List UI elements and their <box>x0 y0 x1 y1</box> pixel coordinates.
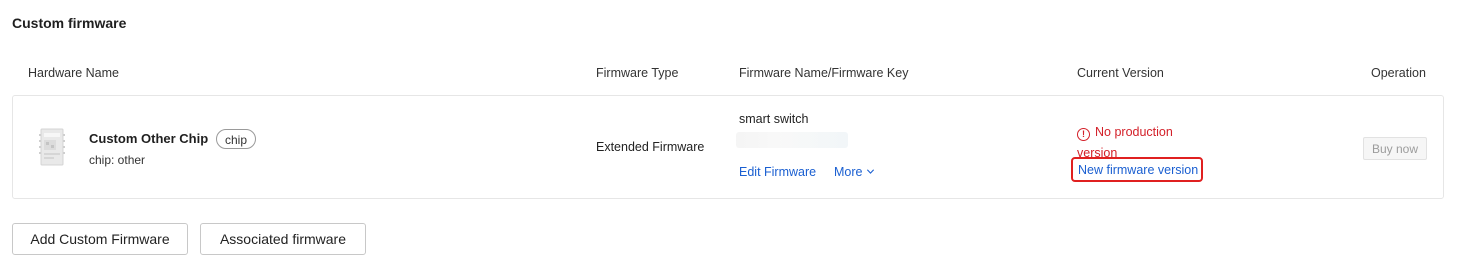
column-header-hardware-name: Hardware Name <box>28 66 120 80</box>
hardware-name: Custom Other Chip <box>89 131 209 146</box>
associated-firmware-button[interactable]: Associated firmware <box>200 223 366 255</box>
firmware-key-redacted <box>736 132 848 148</box>
chevron-down-icon <box>866 165 875 179</box>
firmware-type: Extended Firmware <box>596 140 705 154</box>
buy-now-button[interactable]: Buy now <box>1363 137 1427 160</box>
column-header-operation: Operation <box>1371 66 1426 80</box>
hardware-subtitle: chip: other <box>89 153 146 167</box>
add-custom-firmware-button[interactable]: Add Custom Firmware <box>12 223 188 255</box>
column-header-current-version: Current Version <box>1077 66 1164 80</box>
version-status-text: No production version <box>1077 125 1173 160</box>
chip-module-icon <box>38 128 66 166</box>
error-circle-icon: ! <box>1077 128 1090 141</box>
more-label: More <box>834 165 863 179</box>
column-header-firmware-name-key: Firmware Name/Firmware Key <box>739 66 909 80</box>
chip-tag: chip <box>216 129 257 149</box>
column-header-firmware-type: Firmware Type <box>596 66 679 80</box>
more-dropdown[interactable]: More <box>834 165 875 179</box>
section-title: Custom firmware <box>12 15 127 31</box>
edit-firmware-link[interactable]: Edit Firmware <box>739 165 816 179</box>
firmware-name: smart switch <box>739 112 809 126</box>
new-firmware-version-label: New firmware version <box>1078 162 1199 177</box>
new-firmware-version-link[interactable]: New firmware version <box>1071 157 1203 182</box>
